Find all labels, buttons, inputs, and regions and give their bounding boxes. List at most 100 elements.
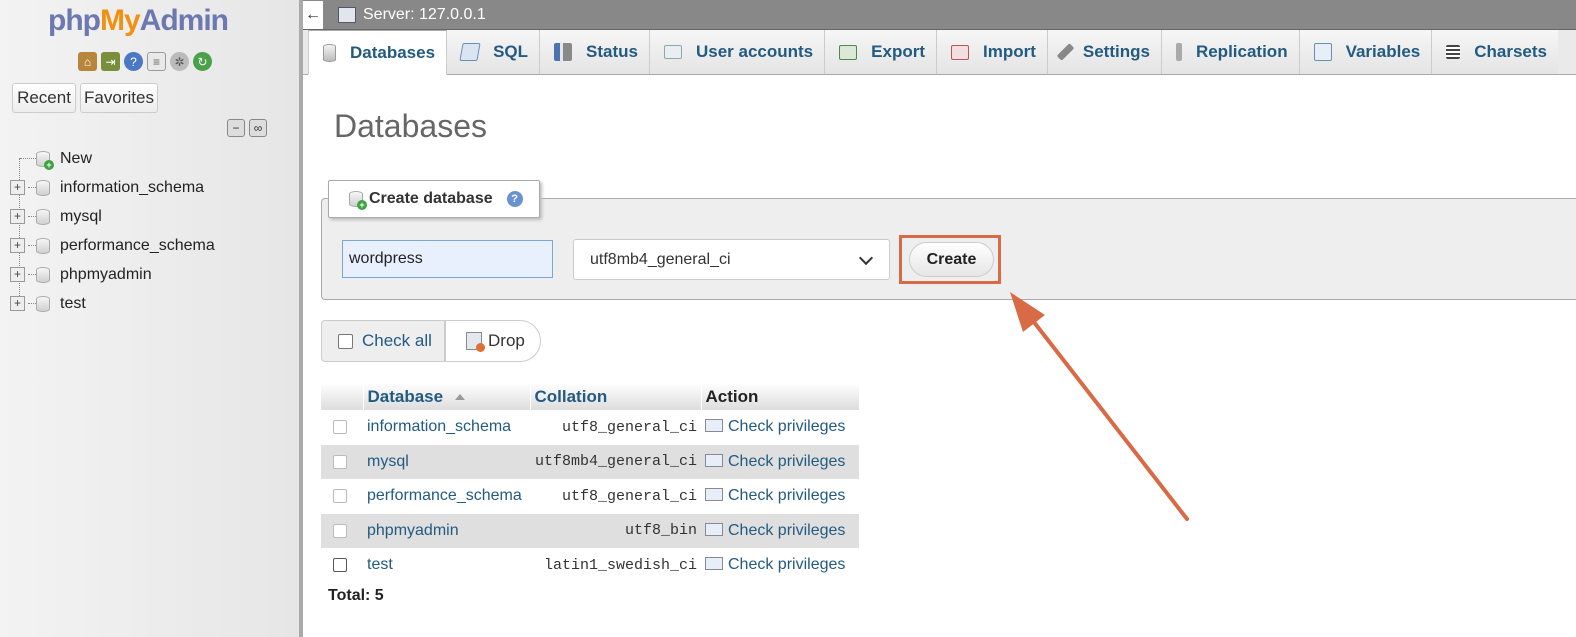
drop-button[interactable]: Drop bbox=[445, 320, 541, 362]
variables-icon bbox=[1313, 43, 1332, 61]
database-tree: New + information_schema + mysql + perfo… bbox=[10, 144, 215, 318]
check-all-checkbox[interactable] bbox=[338, 333, 353, 349]
table-row: performance_schema utf8_general_ci Check… bbox=[321, 479, 859, 514]
server-breadcrumb[interactable]: Server: 127.0.0.1 bbox=[363, 6, 486, 24]
help-icon[interactable]: ? bbox=[506, 191, 523, 207]
tab-settings[interactable]: Settings bbox=[1047, 30, 1162, 74]
row-checkbox[interactable] bbox=[333, 454, 347, 469]
tree-item-information-schema[interactable]: + information_schema bbox=[10, 173, 215, 202]
navigation-sidebar: phpMyAdmin ⌂ ⇥ ? ≡ ✲ ↻ Recent Favorites … bbox=[0, 0, 300, 637]
privileges-icon bbox=[705, 419, 723, 433]
collation-cell: latin1_swedish_ci bbox=[543, 556, 697, 574]
tab-export[interactable]: Export bbox=[825, 30, 937, 74]
database-icon bbox=[36, 208, 50, 225]
collation-cell: utf8_general_ci bbox=[561, 487, 697, 505]
favorites-button[interactable]: Favorites bbox=[80, 83, 158, 113]
table-row: information_schema utf8_general_ci Check… bbox=[321, 410, 859, 445]
row-checkbox[interactable] bbox=[333, 420, 347, 435]
check-privileges-link[interactable]: Check privileges bbox=[701, 548, 859, 583]
tree-item-mysql[interactable]: + mysql bbox=[10, 202, 215, 231]
server-tabs: Databases SQL Status User accounts Expor… bbox=[303, 30, 1576, 75]
tab-databases[interactable]: Databases bbox=[308, 30, 448, 75]
tree-item-new[interactable]: New bbox=[10, 144, 215, 173]
export-icon bbox=[839, 44, 858, 60]
home-icon[interactable]: ⌂ bbox=[78, 52, 97, 71]
database-name-link[interactable]: performance_schema bbox=[363, 479, 530, 514]
row-checkbox[interactable] bbox=[333, 523, 347, 538]
drop-icon bbox=[466, 332, 485, 352]
privileges-icon bbox=[705, 557, 723, 571]
new-database-icon bbox=[36, 150, 54, 170]
tree-item-test[interactable]: + test bbox=[10, 289, 215, 318]
tab-variables[interactable]: Variables bbox=[1299, 30, 1433, 74]
database-name-link[interactable]: test bbox=[363, 548, 530, 583]
docs-icon[interactable]: ≡ bbox=[147, 52, 166, 71]
wrench-icon bbox=[1056, 43, 1075, 61]
collapse-all-icon[interactable]: − bbox=[227, 119, 245, 137]
row-checkbox[interactable] bbox=[333, 489, 347, 504]
quick-links: ⌂ ⇥ ? ≡ ✲ ↻ bbox=[78, 52, 212, 71]
database-name-link[interactable]: phpmyadmin bbox=[363, 513, 530, 548]
check-privileges-link[interactable]: Check privileges bbox=[701, 410, 859, 445]
server-icon bbox=[338, 7, 356, 23]
exit-icon[interactable]: ⇥ bbox=[101, 52, 120, 71]
collation-cell: utf8_bin bbox=[530, 513, 701, 548]
sidebar-resizer[interactable] bbox=[299, 0, 303, 637]
database-column-header[interactable]: Database bbox=[363, 383, 531, 410]
expand-icon[interactable]: + bbox=[10, 238, 25, 253]
phpmyadmin-logo[interactable]: phpMyAdmin bbox=[48, 4, 229, 38]
expand-icon[interactable]: + bbox=[10, 180, 25, 195]
bulk-actions: Check all Drop bbox=[321, 320, 541, 362]
tab-charsets[interactable]: Charsets bbox=[1432, 30, 1559, 74]
gear-icon[interactable]: ✲ bbox=[170, 52, 189, 71]
charsets-icon bbox=[1446, 45, 1461, 59]
top-breadcrumb-bar: ← Server: 127.0.0.1 bbox=[303, 0, 1576, 30]
row-checkbox[interactable] bbox=[333, 558, 347, 573]
create-button[interactable]: Create bbox=[909, 242, 994, 277]
recent-button[interactable]: Recent bbox=[12, 83, 76, 113]
expand-icon[interactable]: + bbox=[10, 296, 25, 311]
database-name-link[interactable]: mysql bbox=[363, 444, 530, 479]
table-row: mysql utf8mb4_general_ci Check privilege… bbox=[321, 444, 859, 479]
database-icon bbox=[36, 237, 50, 254]
link-icon[interactable]: ∞ bbox=[249, 119, 267, 137]
tree-item-performance-schema[interactable]: + performance_schema bbox=[10, 231, 215, 260]
replication-icon bbox=[1175, 43, 1182, 61]
privileges-icon bbox=[705, 488, 723, 502]
back-arrow-icon[interactable]: ← bbox=[303, 1, 323, 29]
page-title: Databases bbox=[334, 108, 487, 144]
tab-import[interactable]: Import bbox=[937, 30, 1048, 74]
check-privileges-link[interactable]: Check privileges bbox=[701, 479, 859, 514]
collation-column-header[interactable]: Collation bbox=[530, 383, 702, 410]
tab-status[interactable]: Status bbox=[540, 30, 650, 74]
check-privileges-link[interactable]: Check privileges bbox=[701, 513, 859, 548]
phpmyadmin-window: phpMyAdmin ⌂ ⇥ ? ≡ ✲ ↻ Recent Favorites … bbox=[0, 0, 1576, 637]
expand-icon[interactable]: + bbox=[10, 267, 25, 282]
chevron-down-icon bbox=[858, 250, 874, 266]
tree-item-phpmyadmin[interactable]: + phpmyadmin bbox=[10, 260, 215, 289]
databases-table: Database Collation Action information_sc… bbox=[321, 383, 860, 583]
check-privileges-link[interactable]: Check privileges bbox=[701, 444, 859, 479]
database-icon bbox=[323, 43, 336, 62]
status-icon bbox=[554, 43, 573, 61]
table-row: phpmyadmin utf8_bin Check privileges bbox=[321, 513, 859, 548]
database-name-link[interactable]: information_schema bbox=[363, 410, 530, 445]
tab-user-accounts[interactable]: User accounts bbox=[649, 30, 826, 74]
expand-icon[interactable]: + bbox=[10, 209, 25, 224]
tab-replication[interactable]: Replication bbox=[1161, 30, 1300, 74]
database-name-input[interactable] bbox=[342, 240, 553, 278]
collation-cell: utf8_general_ci bbox=[561, 418, 697, 436]
collation-cell: utf8mb4_general_ci bbox=[530, 444, 701, 479]
privileges-icon bbox=[705, 453, 723, 467]
reload-icon[interactable]: ↻ bbox=[193, 52, 212, 71]
check-all-toggle[interactable]: Check all bbox=[321, 320, 445, 362]
tab-sql[interactable]: SQL bbox=[447, 30, 541, 74]
database-icon bbox=[36, 266, 50, 283]
table-header-row: Database Collation Action bbox=[321, 383, 860, 410]
collation-select[interactable]: utf8mb4_general_ci bbox=[573, 239, 890, 280]
total-count: Total: 5 bbox=[328, 587, 384, 604]
create-database-legend: Create database ? bbox=[328, 180, 540, 218]
annotation-arrow-shaft bbox=[1028, 315, 1189, 521]
tree-controls: − ∞ bbox=[227, 119, 267, 137]
help-icon[interactable]: ? bbox=[124, 52, 143, 71]
